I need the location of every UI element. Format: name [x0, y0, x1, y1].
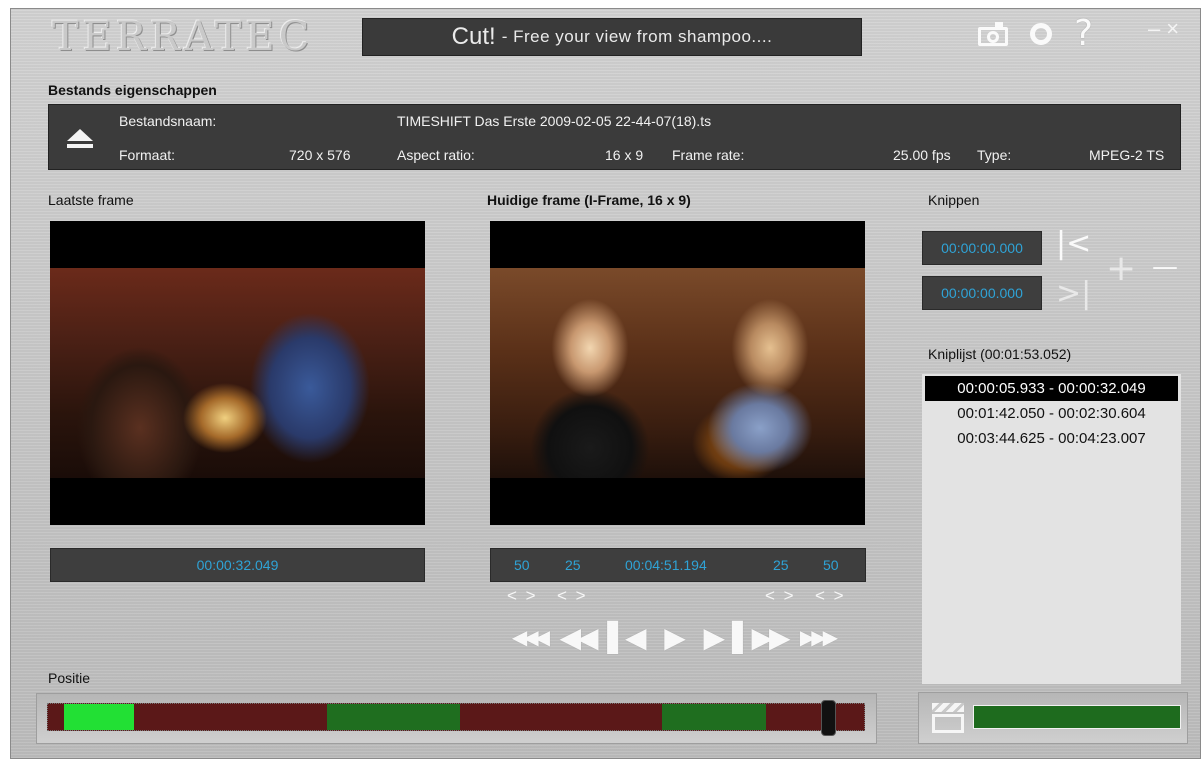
step-arrows-50-left[interactable]: < >	[507, 586, 538, 606]
current-frame-image	[490, 268, 865, 478]
step-back-button[interactable]: ▌◀	[601, 618, 649, 656]
cut-list-item[interactable]: 00:01:42.050 - 00:02:30.604	[922, 401, 1181, 426]
step-back-25[interactable]: 25	[565, 557, 581, 573]
cut-start-time[interactable]: 00:00:00.000	[922, 231, 1042, 265]
timeline-segment	[48, 704, 65, 730]
minimize-button[interactable]: –	[1148, 16, 1160, 42]
aspect-label: Aspect ratio:	[397, 147, 475, 163]
add-cut-icon[interactable]: +	[1106, 248, 1136, 289]
current-frame-time: 00:04:51.194	[625, 557, 707, 573]
last-frame-video	[50, 221, 425, 525]
timeline-segment	[661, 704, 767, 730]
window-controls: – ×	[1148, 16, 1179, 42]
set-end-icon[interactable]: >|	[1056, 276, 1091, 311]
framerate-value: 25.00 fps	[893, 147, 951, 163]
file-info-bar: Bestandsnaam: TIMESHIFT Das Erste 2009-0…	[48, 104, 1181, 170]
position-heading: Positie	[48, 670, 91, 686]
set-start-icon[interactable]: |<	[1056, 226, 1091, 261]
headline-banner: Cut! - Free your view from shampoo....	[362, 18, 862, 56]
cut-heading: Knippen	[928, 192, 980, 208]
type-label: Type:	[977, 147, 1012, 163]
top-toolbar: ?	[978, 14, 1093, 54]
help-icon[interactable]: ?	[1074, 16, 1093, 52]
timeline-segment	[327, 704, 461, 730]
forward-button[interactable]: ▶▶	[745, 618, 793, 656]
step-back-50[interactable]: 50	[514, 557, 530, 573]
current-frame-heading: Huidige frame (I-Frame, 16 x 9)	[487, 192, 691, 208]
step-forward-50[interactable]: 50	[823, 557, 839, 573]
eject-icon[interactable]	[67, 129, 93, 149]
rewind-button[interactable]: ◀◀	[553, 618, 601, 656]
headline-title: Cut!	[451, 23, 496, 50]
play-button[interactable]: ▶	[649, 618, 697, 656]
clapperboard-icon[interactable]	[932, 703, 964, 733]
timeline-segment	[766, 704, 864, 730]
file-properties-heading: Bestands eigenschappen	[48, 82, 217, 98]
fast-rewind-button[interactable]: ◀◀◀	[505, 618, 553, 656]
headline-tagline: - Free your view from shampoo....	[501, 27, 773, 46]
camera-icon[interactable]	[978, 22, 1008, 46]
cut-list-heading: Kniplijst (00:01:53.052)	[928, 346, 1072, 362]
cut-list-item[interactable]: 00:03:44.625 - 00:04:23.007	[922, 426, 1181, 451]
step-forward-button[interactable]: ▶▐	[697, 618, 745, 656]
timeline-segment	[64, 704, 134, 730]
filename-label: Bestandsnaam:	[119, 113, 217, 129]
position-handle[interactable]	[821, 700, 837, 736]
timeline-segment	[133, 704, 328, 730]
export-progress-bar	[973, 705, 1181, 729]
last-frame-image	[50, 268, 425, 478]
transport-controls: ◀◀◀ ◀◀ ▌◀ ▶ ▶▐ ▶▶ ▶▶▶	[505, 618, 841, 656]
last-frame-time: 00:00:32.049	[50, 548, 425, 582]
settings-ring-icon[interactable]	[1030, 23, 1052, 45]
step-forward-25[interactable]: 25	[773, 557, 789, 573]
left-margin	[0, 0, 10, 767]
filename-value: TIMESHIFT Das Erste 2009-02-05 22-44-07(…	[397, 113, 712, 129]
position-timeline[interactable]	[47, 703, 865, 731]
terratec-logo: TERRATEC	[52, 14, 314, 60]
current-frame-video	[490, 221, 865, 525]
close-button[interactable]: ×	[1166, 16, 1179, 42]
format-label: Formaat:	[119, 147, 176, 163]
current-frame-stepbar: 50 25 00:04:51.194 25 50	[490, 548, 866, 582]
cut-list[interactable]: 00:00:05.933 - 00:00:32.049 00:01:42.050…	[922, 374, 1181, 684]
fast-forward-button[interactable]: ▶▶▶	[793, 618, 841, 656]
step-arrows-50-right[interactable]: < >	[815, 586, 846, 606]
step-arrows-25-left[interactable]: < >	[557, 586, 588, 606]
last-frame-heading: Laatste frame	[48, 192, 134, 208]
format-value: 720 x 576	[289, 147, 351, 163]
cut-end-time[interactable]: 00:00:00.000	[922, 276, 1042, 310]
type-value: MPEG-2 TS	[1089, 147, 1165, 163]
timeline-segment	[460, 704, 662, 730]
aspect-value: 16 x 9	[605, 147, 644, 163]
step-arrows-25-right[interactable]: < >	[765, 586, 796, 606]
remove-cut-icon[interactable]: —	[1152, 252, 1178, 282]
cut-list-item[interactable]: 00:00:05.933 - 00:00:32.049	[925, 376, 1178, 401]
framerate-label: Frame rate:	[672, 147, 745, 163]
